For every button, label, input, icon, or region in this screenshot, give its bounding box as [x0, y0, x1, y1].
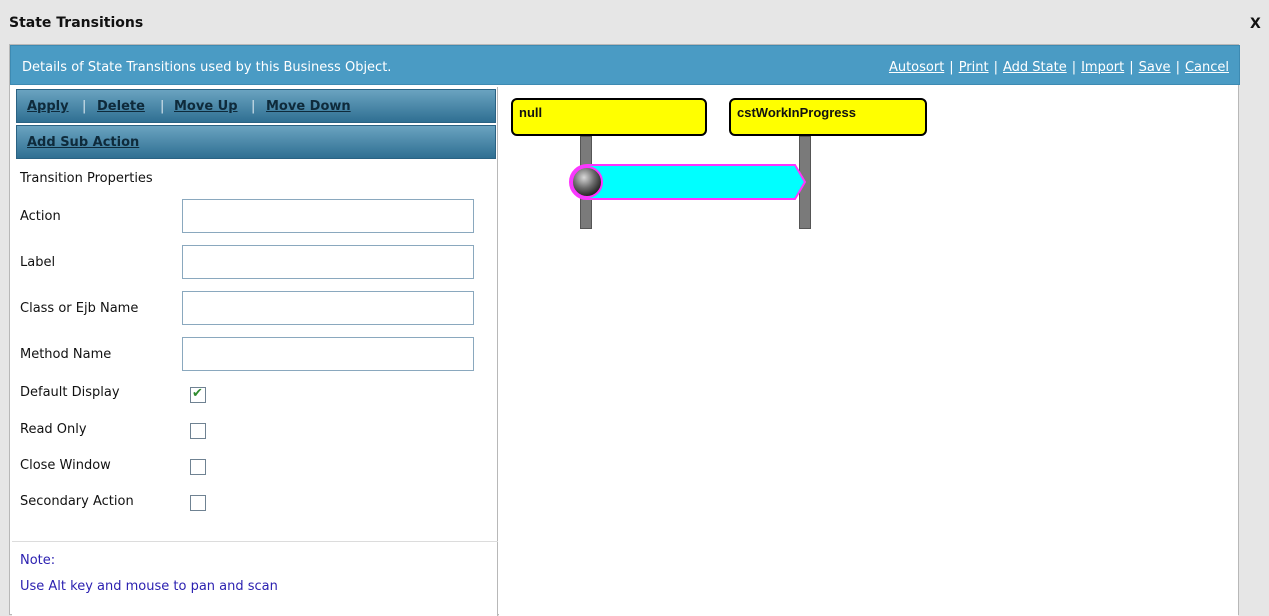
checkmark-icon: ✔: [192, 386, 203, 401]
separator: |: [1175, 60, 1180, 75]
import-link[interactable]: Import: [1081, 60, 1124, 75]
secondary-action-checkbox[interactable]: [190, 495, 206, 511]
move-down-button[interactable]: Move Down: [266, 99, 351, 114]
separator: |: [82, 99, 87, 114]
header-actions: Autosort | Print | Add State | Import | Save | Can…: [889, 60, 1229, 75]
cancel-link[interactable]: Cancel: [1185, 60, 1229, 75]
window-titlebar: State Transitions X: [0, 0, 1269, 44]
sub-action-toolbar: Add Sub Action: [16, 125, 496, 159]
note-heading: Note:: [20, 553, 56, 568]
state-transitions-dialog: Details of State Transitions used by thi…: [9, 44, 1240, 616]
default-display-checkbox[interactable]: ✔: [190, 386, 206, 403]
read-only-label: Read Only: [20, 422, 87, 437]
transition-toolbar: Apply | Delete | Move Up | Move Down: [16, 89, 496, 123]
transition-properties-heading: Transition Properties: [20, 171, 153, 186]
label-label: Label: [20, 255, 56, 270]
method-name-label: Method Name: [20, 347, 112, 362]
apply-button[interactable]: Apply: [27, 99, 69, 114]
state-node-null[interactable]: null: [511, 98, 707, 136]
close-window-checkbox[interactable]: [190, 459, 206, 475]
label-field[interactable]: [182, 245, 474, 279]
separator: |: [1129, 60, 1134, 75]
print-link[interactable]: Print: [959, 60, 989, 75]
separator: |: [949, 60, 954, 75]
default-display-label: Default Display: [20, 385, 120, 400]
transition-handle-icon[interactable]: [571, 166, 603, 198]
read-only-checkbox[interactable]: [190, 423, 206, 439]
class-or-ejb-name-field[interactable]: [182, 291, 474, 325]
transition-arrow[interactable]: [569, 161, 809, 203]
transition-body: [569, 164, 807, 200]
autosort-link[interactable]: Autosort: [889, 60, 944, 75]
state-node-cstworkinprogress[interactable]: cstWorkInProgress: [729, 98, 927, 136]
add-sub-action-button[interactable]: Add Sub Action: [27, 135, 139, 150]
add-state-link[interactable]: Add State: [1003, 60, 1067, 75]
action-field[interactable]: [182, 199, 474, 233]
delete-button[interactable]: Delete: [97, 99, 145, 114]
separator: |: [160, 99, 165, 114]
separator: |: [1071, 60, 1077, 75]
class-or-ejb-name-label: Class or Ejb Name: [20, 301, 139, 316]
close-button[interactable]: X: [1250, 16, 1261, 32]
header-description: Details of State Transitions used by thi…: [22, 60, 392, 75]
divider: [12, 541, 498, 542]
save-link[interactable]: Save: [1139, 60, 1171, 75]
close-window-label: Close Window: [20, 458, 111, 473]
secondary-action-label: Secondary Action: [20, 494, 134, 509]
action-label: Action: [20, 209, 61, 224]
window-title: State Transitions: [9, 15, 144, 31]
properties-panel: Apply | Delete | Move Up | Move Down Add…: [12, 87, 498, 616]
diagram-canvas[interactable]: null cstWorkInProgress: [499, 87, 1238, 616]
method-name-field[interactable]: [182, 337, 474, 371]
separator: |: [251, 99, 256, 114]
separator: |: [993, 60, 998, 75]
note-text: Use Alt key and mouse to pan and scan: [20, 579, 278, 594]
header-bar: Details of State Transitions used by thi…: [10, 45, 1240, 85]
move-up-button[interactable]: Move Up: [174, 99, 238, 114]
